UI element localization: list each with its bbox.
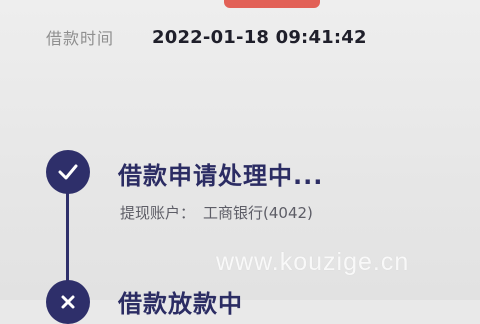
- step-1-check-icon: [46, 150, 90, 194]
- x-icon: [61, 295, 75, 309]
- withdraw-account-label: 提现账户：: [120, 204, 196, 222]
- step-2-x-icon: [46, 280, 90, 324]
- step-2-title: 借款放款中: [118, 290, 243, 318]
- check-icon: [58, 164, 78, 180]
- step-1-title: 借款申请处理中...: [118, 162, 324, 190]
- site-watermark: www.kouzige.cn: [216, 248, 410, 276]
- loan-progress-page: 借款时间 2022-01-18 09:41:42 借款申请处理中... 提现账户…: [0, 0, 480, 324]
- step-1-account: 提现账户： 工商银行(4042): [120, 202, 313, 223]
- withdraw-account-value: 工商银行(4042): [203, 204, 313, 222]
